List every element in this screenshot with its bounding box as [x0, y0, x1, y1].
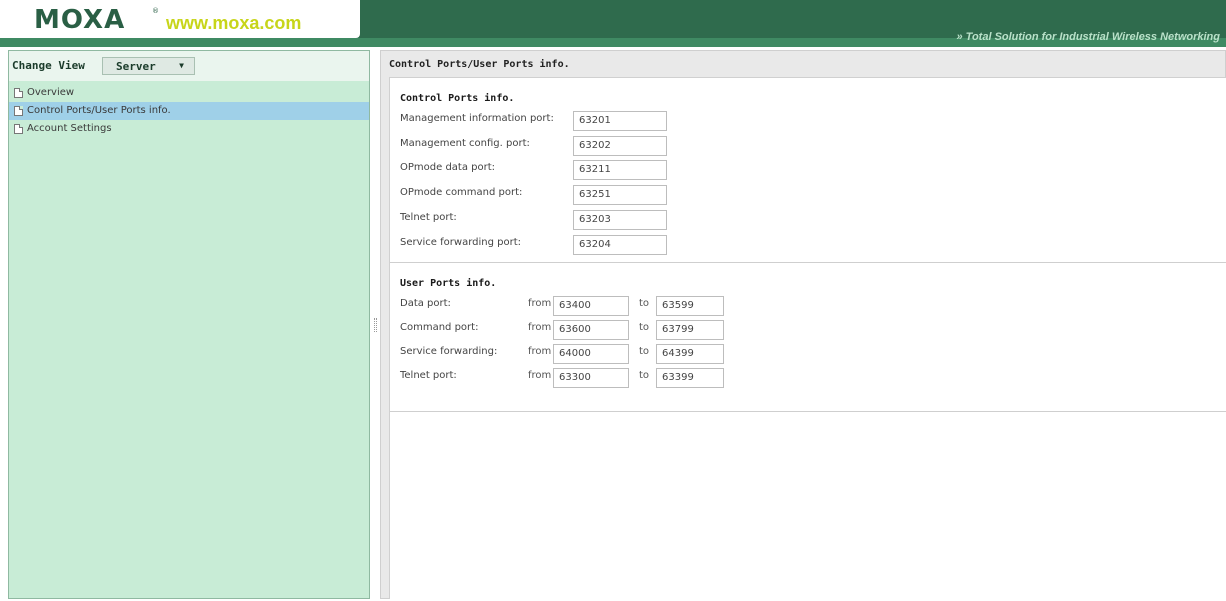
view-select[interactable]: Server ▼	[102, 57, 195, 75]
from-label: from	[528, 370, 552, 381]
user-ports-section: User Ports info. Data port: from 63400 t…	[390, 263, 1226, 412]
sidebar-item-overview[interactable]: Overview	[9, 84, 369, 102]
sidebar-item-label: Account Settings	[27, 123, 112, 134]
logo-area: MOXA ® www.moxa.com	[0, 0, 360, 38]
from-label: from	[528, 298, 552, 309]
to-label: to	[639, 346, 650, 357]
moxa-logo: MOXA	[34, 5, 126, 35]
header-tagline: » Total Solution for Industrial Wireless…	[956, 31, 1220, 43]
data-port-label: Data port:	[400, 298, 451, 309]
command-port-label: Command port:	[400, 322, 479, 333]
from-label: from	[528, 346, 552, 357]
service-forwarding-to-field[interactable]: 64399	[656, 344, 724, 364]
management-info-port-field[interactable]: 63201	[573, 111, 667, 131]
from-label: from	[528, 322, 552, 333]
control-ports-heading: Control Ports info.	[400, 93, 515, 104]
document-icon	[14, 88, 23, 98]
header-banner: MOXA ® www.moxa.com » Total Solution for…	[0, 0, 1226, 47]
sidebar-item-control-user-ports[interactable]: Control Ports/User Ports info.	[9, 102, 369, 120]
telnet-port-field[interactable]: 63203	[573, 210, 667, 230]
management-info-port-label: Management information port:	[400, 113, 554, 124]
service-forwarding-port-label: Service forwarding port:	[400, 237, 521, 248]
main-panel: Control Ports/User Ports info. Control P…	[380, 50, 1226, 599]
to-label: to	[639, 322, 650, 333]
service-forwarding-from-field[interactable]: 64000	[553, 344, 629, 364]
view-select-value: Server	[116, 60, 156, 73]
management-config-port-field[interactable]: 63202	[573, 136, 667, 156]
service-forwarding-port-field[interactable]: 63204	[573, 235, 667, 255]
content-area: Control Ports info. Management informati…	[389, 77, 1226, 599]
data-port-to-field[interactable]: 63599	[656, 296, 724, 316]
chevron-down-icon: ▼	[179, 61, 184, 70]
opmode-data-port-field[interactable]: 63211	[573, 160, 667, 180]
panel-splitter-handle[interactable]	[374, 318, 377, 332]
telnet-port-label: Telnet port:	[400, 370, 457, 381]
site-url[interactable]: www.moxa.com	[166, 13, 301, 34]
telnet-port-from-field[interactable]: 63300	[553, 368, 629, 388]
user-ports-heading: User Ports info.	[400, 278, 497, 289]
opmode-command-port-label: OPmode command port:	[400, 187, 523, 198]
to-label: to	[639, 370, 650, 381]
telnet-port-to-field[interactable]: 63399	[656, 368, 724, 388]
telnet-port-label: Telnet port:	[400, 212, 457, 223]
command-port-from-field[interactable]: 63600	[553, 320, 629, 340]
sidebar-item-account-settings[interactable]: Account Settings	[9, 120, 369, 138]
document-icon	[14, 124, 23, 134]
page-title: Control Ports/User Ports info.	[389, 59, 570, 70]
document-icon	[14, 106, 23, 116]
sidebar-item-label: Overview	[27, 87, 75, 98]
service-forwarding-label: Service forwarding:	[400, 346, 498, 357]
opmode-command-port-field[interactable]: 63251	[573, 185, 667, 205]
control-ports-section: Control Ports info. Management informati…	[390, 78, 1226, 263]
management-config-port-label: Management config. port:	[400, 138, 530, 149]
opmode-data-port-label: OPmode data port:	[400, 162, 496, 173]
command-port-to-field[interactable]: 63799	[656, 320, 724, 340]
sidebar-item-label: Control Ports/User Ports info.	[27, 105, 171, 116]
change-view-bar: Change View Server ▼	[9, 51, 369, 81]
registered-mark-icon: ®	[152, 7, 159, 15]
sidebar: Change View Server ▼ Overview Control Po…	[8, 50, 370, 599]
to-label: to	[639, 298, 650, 309]
nav-tree: Overview Control Ports/User Ports info. …	[9, 84, 369, 138]
data-port-from-field[interactable]: 63400	[553, 296, 629, 316]
change-view-label: Change View	[12, 59, 85, 72]
